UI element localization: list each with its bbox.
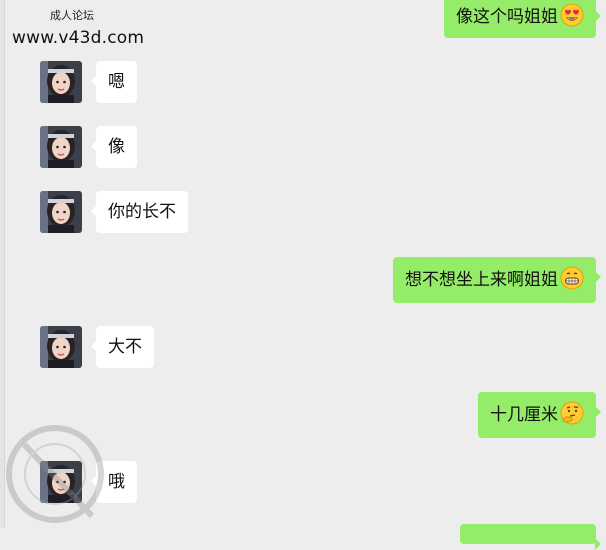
watermark-url: www.v43d.com	[12, 28, 145, 48]
message-text: 大不	[108, 337, 142, 357]
message-bubble-outgoing-partial[interactable]	[460, 524, 601, 550]
message-text: 嗯	[108, 72, 125, 92]
avatar-photo	[40, 126, 82, 168]
message-bubble-outgoing[interactable]: 想不想坐上来啊姐姐	[393, 257, 601, 303]
message-text: 像	[108, 137, 125, 157]
avatar-photo	[40, 191, 82, 233]
message-bubble-incoming[interactable]: 大不	[91, 326, 154, 368]
message-bubble-incoming[interactable]: 嗯	[91, 61, 137, 103]
contact-avatar[interactable]	[40, 61, 82, 103]
watermark-site-name: 成人论坛	[50, 9, 94, 22]
message-bubble-outgoing[interactable]: 十几厘米	[478, 392, 601, 438]
grinning-teeth-emoji-icon	[560, 266, 584, 290]
message-text: 你的长不	[108, 202, 176, 222]
message-bubble-outgoing[interactable]: 像这个吗姐姐	[444, 0, 601, 38]
thinking-emoji-icon	[560, 401, 584, 425]
message-text: 想不想坐上来啊姐姐	[405, 270, 558, 290]
heart-eyes-emoji-icon	[560, 3, 584, 27]
avatar-photo	[40, 61, 82, 103]
avatar-photo	[40, 326, 82, 368]
message-text: 像这个吗姐姐	[456, 7, 558, 27]
message-text: 十几厘米	[490, 405, 558, 425]
contact-avatar[interactable]	[40, 191, 82, 233]
watermark-stamp-icon	[6, 425, 104, 523]
message-text: 哦	[108, 472, 125, 492]
contact-avatar[interactable]	[40, 326, 82, 368]
message-bubble-incoming[interactable]: 你的长不	[91, 191, 188, 233]
contact-avatar[interactable]	[40, 126, 82, 168]
message-bubble-incoming[interactable]: 像	[91, 126, 137, 168]
